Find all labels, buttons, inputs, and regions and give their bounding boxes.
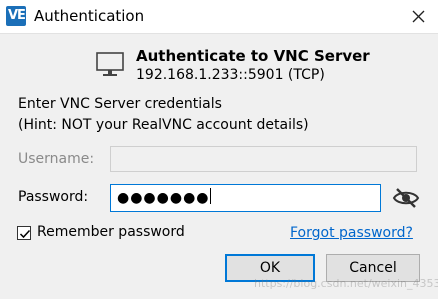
text-caret — [209, 188, 211, 204]
password-label: Password: — [18, 189, 89, 205]
forgot-password-link[interactable]: Forgot password? — [290, 225, 413, 241]
eye-slash-icon[interactable] — [392, 187, 420, 209]
realvnc-app-icon: VE — [6, 6, 26, 26]
watermark: https://blog.csdn.net/weixin_43538418 — [254, 277, 438, 290]
credentials-hint: (Hint: NOT your RealVNC account details) — [18, 117, 309, 133]
monitor-icon — [96, 52, 124, 76]
checkbox-box[interactable] — [17, 226, 31, 240]
remember-password-label[interactable]: Remember password — [37, 224, 185, 240]
close-icon — [412, 10, 425, 23]
window-title: Authentication — [34, 7, 145, 25]
server-heading: Authenticate to VNC Server — [136, 47, 370, 65]
username-field — [110, 146, 417, 172]
server-address: 192.168.1.233::5901 (TCP) — [136, 67, 325, 83]
title-bar: VE Authentication — [0, 0, 438, 34]
close-button[interactable] — [406, 6, 430, 28]
check-icon — [19, 229, 31, 239]
password-field[interactable]: ●●●●●●● — [110, 184, 381, 212]
app-icon-glyph: VE — [8, 8, 26, 23]
credentials-prompt: Enter VNC Server credentials — [18, 96, 222, 112]
username-label: Username: — [18, 151, 95, 167]
password-value: ●●●●●●● — [117, 190, 210, 206]
